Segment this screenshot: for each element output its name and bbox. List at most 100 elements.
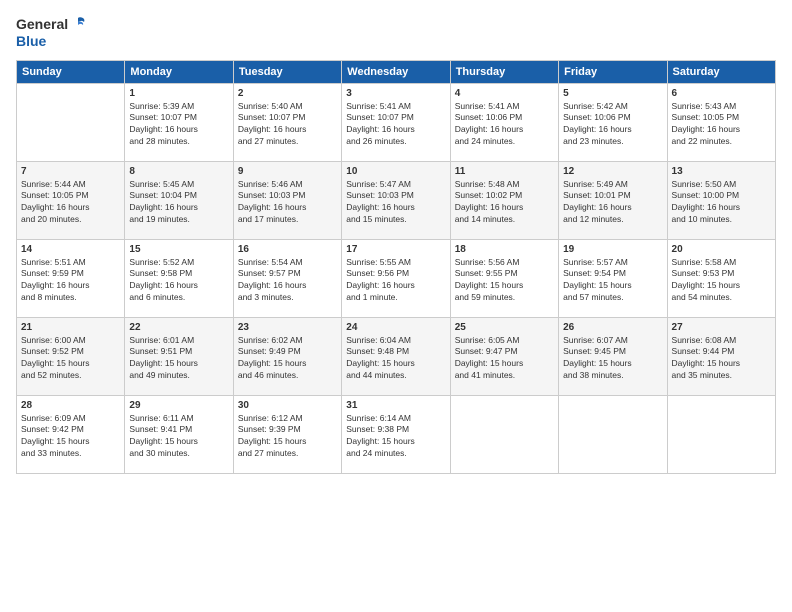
calendar-header-cell: Monday (125, 60, 233, 83)
day-info: Sunrise: 5:48 AM Sunset: 10:02 PM Daylig… (455, 179, 554, 227)
day-info: Sunrise: 5:43 AM Sunset: 10:05 PM Daylig… (672, 101, 771, 149)
day-number: 1 (129, 88, 228, 99)
day-info: Sunrise: 6:04 AM Sunset: 9:48 PM Dayligh… (346, 335, 445, 383)
calendar-cell (450, 395, 558, 473)
day-number: 10 (346, 166, 445, 177)
day-number: 19 (563, 244, 662, 255)
day-info: Sunrise: 6:09 AM Sunset: 9:42 PM Dayligh… (21, 413, 120, 461)
day-info: Sunrise: 5:42 AM Sunset: 10:06 PM Daylig… (563, 101, 662, 149)
calendar-cell: 28 Sunrise: 6:09 AM Sunset: 9:42 PM Dayli… (17, 395, 125, 473)
day-number: 31 (346, 400, 445, 411)
calendar-cell: 9 Sunrise: 5:46 AM Sunset: 10:03 PM Dayli… (233, 161, 341, 239)
calendar-cell: 13Sunrise: 5:50 AM Sunset: 10:00 PM Dayl… (667, 161, 775, 239)
calendar-header-cell: Thursday (450, 60, 558, 83)
calendar-cell: 30 Sunrise: 6:12 AM Sunset: 9:39 PM Dayli… (233, 395, 341, 473)
day-info: Sunrise: 5:46 AM Sunset: 10:03 PM Daylig… (238, 179, 337, 227)
day-number: 26 (563, 322, 662, 333)
calendar-header-cell: Tuesday (233, 60, 341, 83)
day-number: 23 (238, 322, 337, 333)
calendar-cell: 19Sunrise: 5:57 AM Sunset: 9:54 PM Dayli… (559, 239, 667, 317)
day-number: 8 (129, 166, 228, 177)
calendar-cell: 5 Sunrise: 5:42 AM Sunset: 10:06 PM Dayli… (559, 83, 667, 161)
day-info: Sunrise: 5:41 AM Sunset: 10:06 PM Daylig… (455, 101, 554, 149)
day-number: 12 (563, 166, 662, 177)
calendar-header-row: SundayMondayTuesdayWednesdayThursdayFrid… (17, 60, 776, 83)
day-info: Sunrise: 5:47 AM Sunset: 10:03 PM Daylig… (346, 179, 445, 227)
day-number: 25 (455, 322, 554, 333)
day-number: 21 (21, 322, 120, 333)
calendar-week-row: 28 Sunrise: 6:09 AM Sunset: 9:42 PM Dayli… (17, 395, 776, 473)
day-number: 7 (21, 166, 120, 177)
calendar-cell: 17 Sunrise: 5:55 AM Sunset: 9:56 PM Dayli… (342, 239, 450, 317)
calendar-cell: 21Sunrise: 6:00 AM Sunset: 9:52 PM Dayli… (17, 317, 125, 395)
header: General Blue (16, 16, 776, 50)
calendar-cell (559, 395, 667, 473)
calendar-header-cell: Friday (559, 60, 667, 83)
calendar-body: 1Sunrise: 5:39 AM Sunset: 10:07 PM Dayli… (17, 83, 776, 473)
page-container: General Blue SundayMondayTuesdayWednesda… (0, 0, 792, 484)
day-info: Sunrise: 5:55 AM Sunset: 9:56 PM Dayligh… (346, 257, 445, 305)
calendar-week-row: 14 Sunrise: 5:51 AM Sunset: 9:59 PM Dayli… (17, 239, 776, 317)
day-number: 13 (672, 166, 771, 177)
day-info: Sunrise: 6:05 AM Sunset: 9:47 PM Dayligh… (455, 335, 554, 383)
day-info: Sunrise: 5:58 AM Sunset: 9:53 PM Dayligh… (672, 257, 771, 305)
day-info: Sunrise: 6:01 AM Sunset: 9:51 PM Dayligh… (129, 335, 228, 383)
calendar-week-row: 1Sunrise: 5:39 AM Sunset: 10:07 PM Dayli… (17, 83, 776, 161)
calendar-cell: 8 Sunrise: 5:45 AM Sunset: 10:04 PM Dayli… (125, 161, 233, 239)
day-info: Sunrise: 5:41 AM Sunset: 10:07 PM Daylig… (346, 101, 445, 149)
day-info: Sunrise: 5:49 AM Sunset: 10:01 PM Daylig… (563, 179, 662, 227)
day-info: Sunrise: 5:56 AM Sunset: 9:55 PM Dayligh… (455, 257, 554, 305)
day-number: 4 (455, 88, 554, 99)
logo: General Blue (16, 16, 86, 50)
day-number: 24 (346, 322, 445, 333)
day-info: Sunrise: 5:51 AM Sunset: 9:59 PM Dayligh… (21, 257, 120, 305)
day-info: Sunrise: 6:02 AM Sunset: 9:49 PM Dayligh… (238, 335, 337, 383)
calendar-cell: 6Sunrise: 5:43 AM Sunset: 10:05 PM Dayli… (667, 83, 775, 161)
day-number: 15 (129, 244, 228, 255)
calendar-cell (17, 83, 125, 161)
calendar-cell: 4 Sunrise: 5:41 AM Sunset: 10:06 PM Dayli… (450, 83, 558, 161)
calendar-header-cell: Wednesday (342, 60, 450, 83)
calendar-cell: 26Sunrise: 6:07 AM Sunset: 9:45 PM Dayli… (559, 317, 667, 395)
calendar-cell: 22Sunrise: 6:01 AM Sunset: 9:51 PM Dayli… (125, 317, 233, 395)
day-info: Sunrise: 5:45 AM Sunset: 10:04 PM Daylig… (129, 179, 228, 227)
day-number: 16 (238, 244, 337, 255)
day-info: Sunrise: 6:12 AM Sunset: 9:39 PM Dayligh… (238, 413, 337, 461)
day-number: 5 (563, 88, 662, 99)
day-number: 30 (238, 400, 337, 411)
calendar-cell: 25 Sunrise: 6:05 AM Sunset: 9:47 PM Dayli… (450, 317, 558, 395)
calendar-cell: 12 Sunrise: 5:49 AM Sunset: 10:01 PM Dayl… (559, 161, 667, 239)
calendar-cell: 16 Sunrise: 5:54 AM Sunset: 9:57 PM Dayli… (233, 239, 341, 317)
day-number: 2 (238, 88, 337, 99)
calendar-cell: 24 Sunrise: 6:04 AM Sunset: 9:48 PM Dayli… (342, 317, 450, 395)
calendar-cell: 27 Sunrise: 6:08 AM Sunset: 9:44 PM Dayli… (667, 317, 775, 395)
day-number: 27 (672, 322, 771, 333)
logo-bird-icon (70, 16, 86, 32)
day-number: 17 (346, 244, 445, 255)
calendar-cell: 23 Sunrise: 6:02 AM Sunset: 9:49 PM Dayli… (233, 317, 341, 395)
calendar-cell: 1Sunrise: 5:39 AM Sunset: 10:07 PM Dayli… (125, 83, 233, 161)
calendar-cell (667, 395, 775, 473)
calendar-cell: 29 Sunrise: 6:11 AM Sunset: 9:41 PM Dayli… (125, 395, 233, 473)
day-number: 28 (21, 400, 120, 411)
day-info: Sunrise: 5:52 AM Sunset: 9:58 PM Dayligh… (129, 257, 228, 305)
logo-general: General (16, 16, 68, 33)
day-number: 14 (21, 244, 120, 255)
calendar-cell: 7 Sunrise: 5:44 AM Sunset: 10:05 PM Dayli… (17, 161, 125, 239)
calendar-cell: 14 Sunrise: 5:51 AM Sunset: 9:59 PM Dayli… (17, 239, 125, 317)
calendar-cell: 10 Sunrise: 5:47 AM Sunset: 10:03 PM Dayl… (342, 161, 450, 239)
day-number: 29 (129, 400, 228, 411)
calendar-cell: 11Sunrise: 5:48 AM Sunset: 10:02 PM Dayl… (450, 161, 558, 239)
day-info: Sunrise: 5:54 AM Sunset: 9:57 PM Dayligh… (238, 257, 337, 305)
calendar-week-row: 7 Sunrise: 5:44 AM Sunset: 10:05 PM Dayli… (17, 161, 776, 239)
day-info: Sunrise: 6:14 AM Sunset: 9:38 PM Dayligh… (346, 413, 445, 461)
logo-blue: Blue (16, 33, 86, 50)
day-info: Sunrise: 6:11 AM Sunset: 9:41 PM Dayligh… (129, 413, 228, 461)
day-info: Sunrise: 6:08 AM Sunset: 9:44 PM Dayligh… (672, 335, 771, 383)
calendar-week-row: 21Sunrise: 6:00 AM Sunset: 9:52 PM Dayli… (17, 317, 776, 395)
day-number: 9 (238, 166, 337, 177)
calendar-table: SundayMondayTuesdayWednesdayThursdayFrid… (16, 60, 776, 474)
day-number: 20 (672, 244, 771, 255)
day-info: Sunrise: 5:44 AM Sunset: 10:05 PM Daylig… (21, 179, 120, 227)
calendar-cell: 31 Sunrise: 6:14 AM Sunset: 9:38 PM Dayli… (342, 395, 450, 473)
